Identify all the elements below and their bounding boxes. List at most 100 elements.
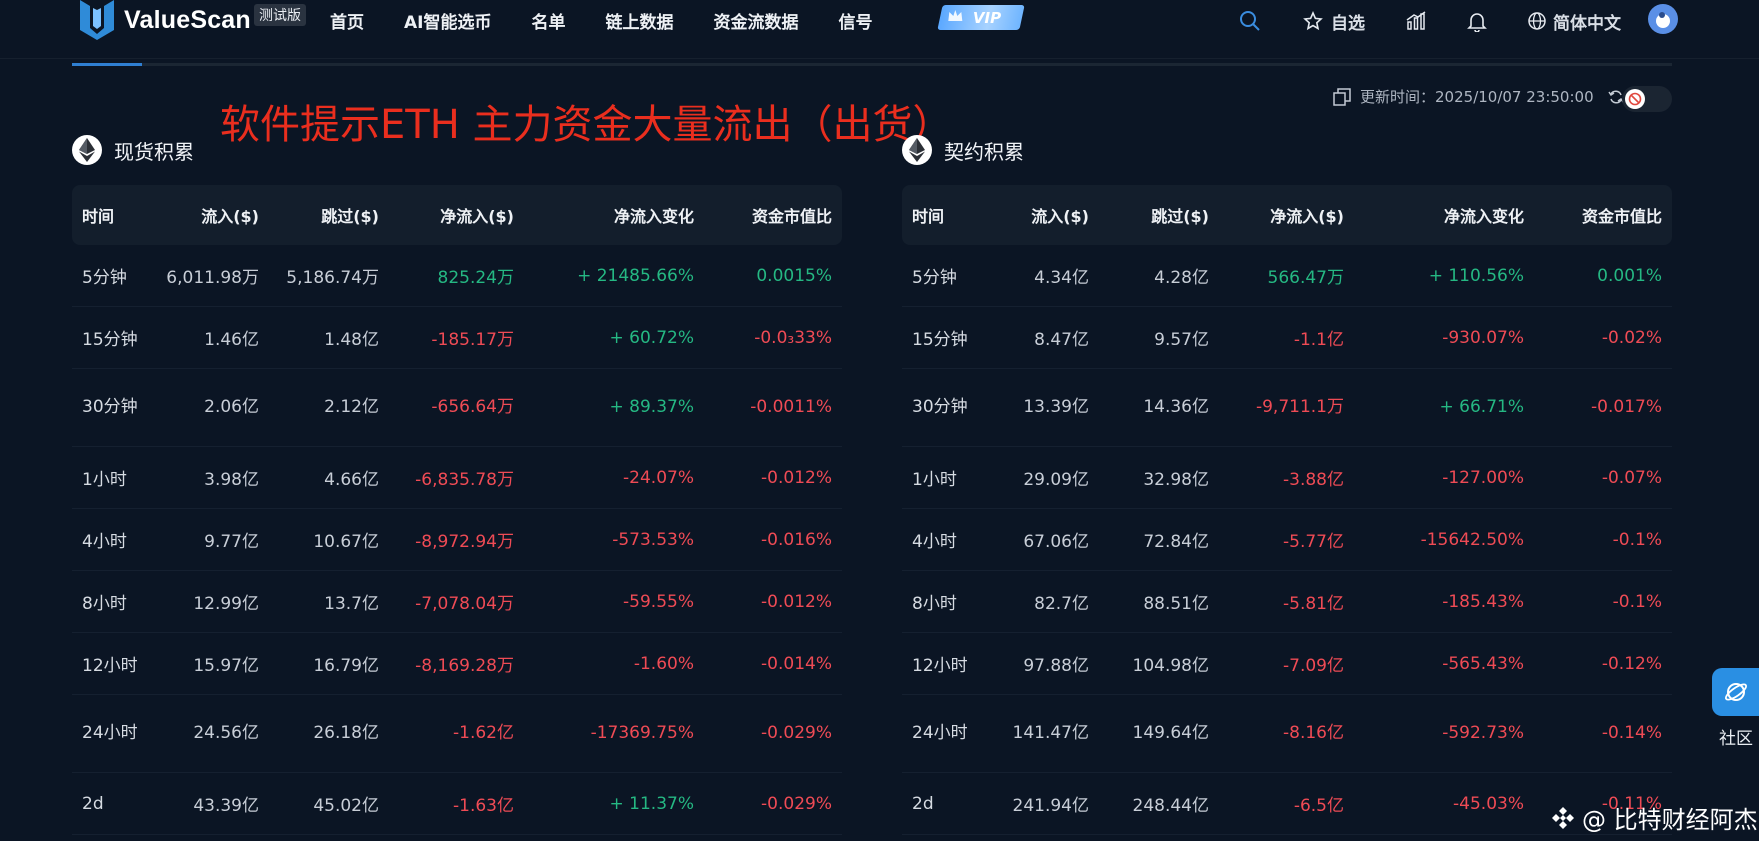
bar-chart-icon <box>1406 11 1426 30</box>
cell-time: 15分钟 <box>72 306 160 369</box>
futures-table: 时间 流入($) 跳过($) 净流入($) 净流入变化 资金市值比 5分钟 4.3… <box>902 185 1672 835</box>
user-avatar[interactable] <box>1647 4 1679 34</box>
cell-net-inflow: -5.81亿 <box>1210 570 1345 633</box>
binance-logo-icon <box>1552 806 1574 829</box>
cell-mcap-ratio: -0.02% <box>1525 306 1672 369</box>
nav-list[interactable]: 名单 <box>531 8 565 33</box>
cell-mcap-ratio: -0.014% <box>695 632 842 695</box>
logo[interactable]: ValueScan <box>80 0 251 40</box>
col-mcap-ratio[interactable]: 资金市值比 <box>695 185 842 245</box>
cell-inflow: 2.06亿 <box>160 368 260 447</box>
col-skip[interactable]: 跳过($) <box>260 185 380 245</box>
top-nav: ValueScan 测试版 首页 AI智能选币 名单 链上数据 资金流数据 信号… <box>0 0 1759 59</box>
nav-home[interactable]: 首页 <box>330 8 364 33</box>
toggle-knob <box>1625 89 1645 109</box>
cell-skip: 26.18亿 <box>260 694 380 773</box>
watchlist-button[interactable]: 自选 <box>1303 6 1365 36</box>
cell-time: 12小时 <box>902 632 990 695</box>
cell-time: 24小时 <box>72 694 160 773</box>
search-button[interactable] <box>1238 6 1262 36</box>
cell-time: 2d <box>902 772 990 835</box>
cell-time: 4小时 <box>72 508 160 571</box>
cell-skip: 4.66亿 <box>260 446 380 509</box>
cell-mcap-ratio: -0.016% <box>695 508 842 571</box>
nav-fund-flow[interactable]: 资金流数据 <box>713 8 798 33</box>
col-inflow[interactable]: 流入($) <box>990 185 1090 245</box>
cell-net-change: + 110.56% <box>1345 245 1525 307</box>
table-row: 5分钟 6,011.98万 5,186.74万 825.24万 + 21485.66% 0… <box>72 245 842 307</box>
cell-mcap-ratio: -0.017% <box>1525 368 1672 447</box>
col-time[interactable]: 时间 <box>72 185 160 245</box>
col-skip[interactable]: 跳过($) <box>1090 185 1210 245</box>
cell-net-inflow: -9,711.1万 <box>1210 368 1345 447</box>
community-label: 社区 <box>1719 729 1753 749</box>
globe-icon <box>1528 12 1546 30</box>
col-inflow[interactable]: 流入($) <box>160 185 260 245</box>
cell-inflow: 29.09亿 <box>990 446 1090 509</box>
table-row: 24小时 141.47亿 149.64亿 -8.16亿 -592.73% -0.14% <box>902 694 1672 773</box>
language-label: 简体中文 <box>1553 13 1621 34</box>
cell-time: 8小时 <box>72 570 160 633</box>
table-row: 2d 43.39亿 45.02亿 -1.63亿 + 11.37% -0.029% <box>72 772 842 835</box>
auto-refresh-toggle[interactable] <box>1622 86 1672 112</box>
language-selector[interactable]: 简体中文 <box>1527 6 1621 36</box>
vip-button[interactable]: VIP <box>937 5 1025 30</box>
cell-net-change: -573.53% <box>515 508 695 571</box>
cell-net-inflow: 566.47万 <box>1210 245 1345 307</box>
cell-skip: 45.02亿 <box>260 772 380 835</box>
table-row: 4小时 67.06亿 72.84亿 -5.77亿 -15642.50% -0.1% <box>902 508 1672 571</box>
nav-signals[interactable]: 信号 <box>838 8 872 33</box>
cell-net-inflow: -6,835.78万 <box>380 446 515 509</box>
cell-net-inflow: -8,972.94万 <box>380 508 515 571</box>
cell-net-inflow: 825.24万 <box>380 245 515 307</box>
table-row: 12小时 15.97亿 16.79亿 -8,169.28万 -1.60% -0.014% <box>72 632 842 695</box>
table-row: 1小时 3.98亿 4.66亿 -6,835.78万 -24.07% -0.012% <box>72 446 842 509</box>
cell-time: 8小时 <box>902 570 990 633</box>
cell-net-inflow: -656.64万 <box>380 368 515 447</box>
table-row: 24小时 24.56亿 26.18亿 -1.62亿 -17369.75% -0.029% <box>72 694 842 773</box>
cell-inflow: 8.47亿 <box>990 306 1090 369</box>
cell-net-change: + 21485.66% <box>515 245 695 307</box>
col-net-inflow[interactable]: 净流入($) <box>1210 185 1345 245</box>
table-row: 12小时 97.88亿 104.98亿 -7.09亿 -565.43% -0.12% <box>902 632 1672 695</box>
cell-net-change: -24.07% <box>515 446 695 509</box>
cell-mcap-ratio: -0.012% <box>695 570 842 633</box>
table-row: 30分钟 2.06亿 2.12亿 -656.64万 + 89.37% -0.0011% <box>72 368 842 447</box>
col-net-change[interactable]: 净流入变化 <box>515 185 695 245</box>
nav-ai-picks[interactable]: AI智能选币 <box>404 8 491 33</box>
cell-time: 24小时 <box>902 694 990 773</box>
update-time: 2025/10/07 23:50:00 <box>1435 87 1594 106</box>
col-time[interactable]: 时间 <box>902 185 990 245</box>
cell-mcap-ratio: 0.0015% <box>695 245 842 307</box>
cell-net-inflow: -6.5亿 <box>1210 772 1345 835</box>
cell-mcap-ratio: -0.07% <box>1525 446 1672 509</box>
notifications-button[interactable] <box>1466 6 1488 36</box>
brand-name: ValueScan <box>124 5 251 34</box>
cell-net-change: -127.00% <box>1345 446 1525 509</box>
cell-net-change: + 60.72% <box>515 306 695 369</box>
update-info: 更新时间： 2025/10/07 23:50:00 <box>1332 86 1624 107</box>
star-icon <box>1303 11 1323 31</box>
col-mcap-ratio[interactable]: 资金市值比 <box>1525 185 1672 245</box>
search-icon <box>1240 11 1260 31</box>
col-net-change[interactable]: 净流入变化 <box>1345 185 1525 245</box>
cell-net-inflow: -185.17万 <box>380 306 515 369</box>
cell-mcap-ratio: -0.12% <box>1525 632 1672 695</box>
tab-indicator-active <box>72 63 142 66</box>
spot-title: 现货积累 <box>114 139 194 164</box>
cell-skip: 4.28亿 <box>1090 245 1210 307</box>
community-button[interactable] <box>1712 668 1759 716</box>
cell-time: 1小时 <box>72 446 160 509</box>
cell-net-inflow: -1.1亿 <box>1210 306 1345 369</box>
cell-time: 5分钟 <box>72 245 160 307</box>
copy-icon[interactable] <box>1332 87 1352 107</box>
refresh-off-icon <box>1628 92 1642 106</box>
beta-badge: 测试版 <box>254 4 306 26</box>
nav-onchain-data[interactable]: 链上数据 <box>605 8 673 33</box>
cell-net-inflow: -3.88亿 <box>1210 446 1345 509</box>
col-net-inflow[interactable]: 净流入($) <box>380 185 515 245</box>
chart-button[interactable] <box>1405 6 1427 36</box>
cell-skip: 13.7亿 <box>260 570 380 633</box>
cell-inflow: 141.47亿 <box>990 694 1090 773</box>
cell-net-inflow: -7,078.04万 <box>380 570 515 633</box>
